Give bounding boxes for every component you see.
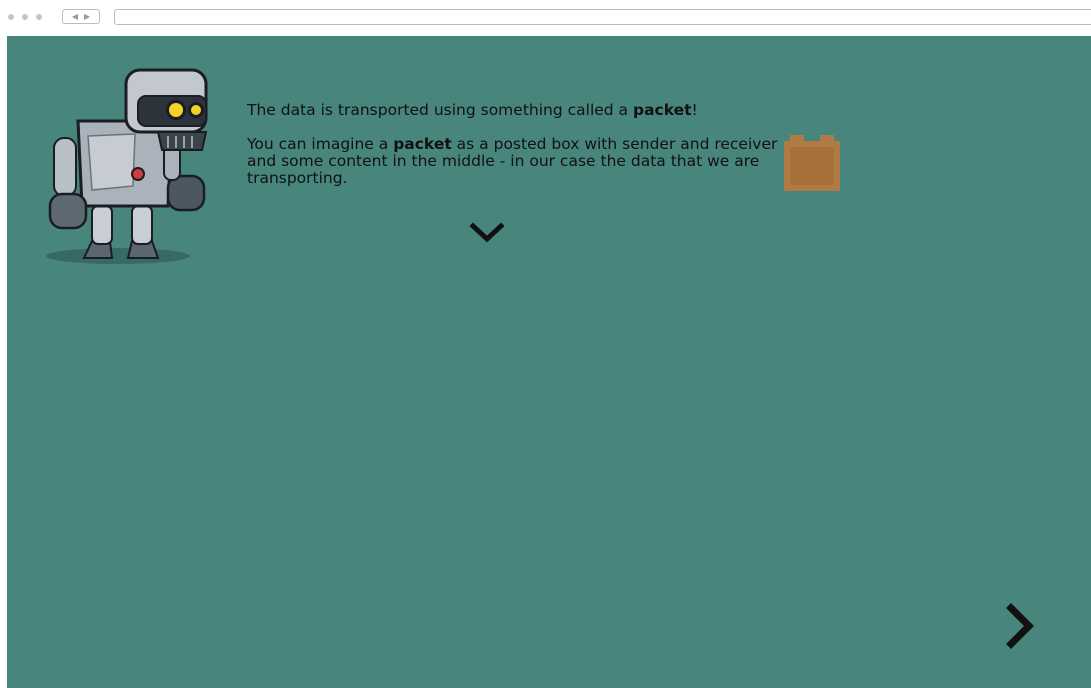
- back-arrow-icon[interactable]: ◀: [72, 12, 78, 21]
- nav-buttons: ◀ ▶: [62, 9, 100, 24]
- forward-arrow-icon[interactable]: ▶: [84, 12, 90, 21]
- intro-paragraph: The data is transported using something …: [247, 101, 698, 119]
- slide-text: The data is transported using something …: [247, 102, 787, 187]
- packet-term: packet: [393, 135, 452, 153]
- explanation-paragraph: You can imagine a packet as a posted box…: [247, 135, 778, 187]
- window-minimize-dot[interactable]: [22, 14, 28, 20]
- packet-term: packet: [632, 101, 692, 119]
- window-zoom-dot[interactable]: [36, 14, 42, 20]
- package-box-icon: [784, 135, 840, 191]
- window-close-dot[interactable]: [8, 14, 14, 20]
- address-bar[interactable]: [114, 9, 1091, 25]
- chevron-right-icon[interactable]: [1005, 602, 1037, 650]
- robot-icon: [46, 68, 208, 264]
- chevron-down-icon[interactable]: [469, 222, 505, 244]
- browser-chrome: ◀ ▶: [0, 0, 1091, 36]
- slide-stage: The data is transported using something …: [7, 36, 1091, 688]
